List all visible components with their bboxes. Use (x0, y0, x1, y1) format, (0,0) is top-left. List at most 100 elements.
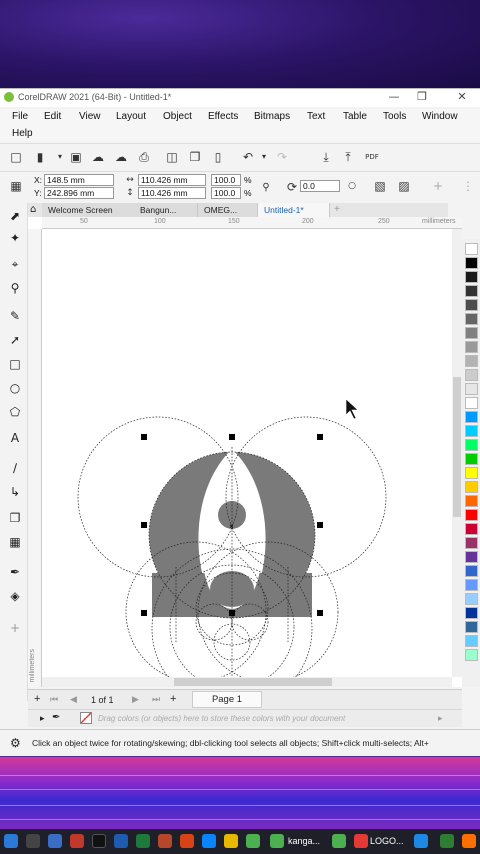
prev-page-icon[interactable]: ◀ (70, 694, 77, 705)
palette-swatch[interactable] (465, 327, 478, 339)
palette-swatch[interactable] (465, 635, 478, 647)
menu-window[interactable]: Window (422, 111, 458, 122)
close-button[interactable]: ✕ (452, 90, 472, 106)
edge-icon[interactable] (202, 834, 216, 848)
zoom-tool-icon[interactable]: ⚲ (6, 279, 24, 297)
export-icon[interactable]: ⤒ (340, 149, 356, 165)
undo-dropdown-icon[interactable]: ▾ (256, 149, 272, 165)
start-icon[interactable] (4, 834, 18, 848)
chrome-profile-icon[interactable] (270, 834, 284, 848)
add-preset-icon[interactable]: + (430, 178, 446, 194)
menu-table[interactable]: Table (343, 111, 367, 122)
horizontal-scroll-thumb[interactable] (174, 678, 332, 686)
tab-welcome-screen[interactable]: Welcome Screen (42, 203, 140, 217)
add-page-before-icon[interactable]: + (34, 693, 40, 705)
menu-object[interactable]: Object (163, 111, 192, 122)
lock-ratio-icon[interactable]: ⚲ (258, 180, 274, 196)
artwork-svg[interactable]: × (28, 217, 462, 687)
palette-swatch[interactable] (465, 593, 478, 605)
anchor-grid-icon[interactable]: ▦ (8, 178, 24, 194)
app-blue-icon[interactable] (414, 834, 428, 848)
palette-swatch[interactable] (465, 313, 478, 325)
palette-swatch[interactable] (465, 243, 478, 255)
save-icon[interactable]: ▣ (68, 149, 84, 165)
drawing-canvas[interactable]: × (28, 217, 462, 687)
undo-icon[interactable]: ↶ (240, 149, 256, 165)
palette-swatch[interactable] (465, 467, 478, 479)
cloud-download-icon[interactable]: ☁ (113, 149, 129, 165)
shape-tool-icon[interactable]: ✦ (6, 229, 24, 247)
palette-swatch[interactable] (465, 397, 478, 409)
settings-gear-icon[interactable]: ⚙ (10, 736, 21, 750)
excel-icon[interactable] (136, 834, 150, 848)
quick-customize-icon[interactable]: ⋮ (460, 178, 476, 194)
home-icon[interactable]: ⌂ (30, 204, 36, 215)
file-explorer-icon[interactable] (224, 834, 238, 848)
title-bar[interactable]: CorelDRAW 2021 (64-Bit) - Untitled-1* — … (0, 89, 480, 107)
steam-icon[interactable] (48, 834, 62, 848)
rotation-field[interactable]: 0.0 (300, 180, 340, 192)
tiktok-icon[interactable] (92, 834, 106, 848)
media-icon[interactable] (70, 834, 84, 848)
transparency-tool-icon[interactable]: ▦ (6, 533, 24, 551)
ruler-vertical[interactable]: millimeters (28, 229, 42, 687)
search-icon[interactable] (26, 834, 40, 848)
palette-swatch[interactable] (465, 341, 478, 353)
mirror-horizontal-icon[interactable]: ▧ (372, 178, 388, 194)
import-icon[interactable]: ⤓ (318, 149, 334, 165)
ruler-horizontal[interactable]: 50 100 150 200 250 millimeters (42, 217, 462, 229)
tab-omeg[interactable]: OMEG... (198, 203, 258, 217)
new-document-icon[interactable]: □ (8, 149, 24, 165)
powerpoint-icon[interactable] (158, 834, 172, 848)
menu-text[interactable]: Text (307, 111, 325, 122)
palette-swatch[interactable] (465, 481, 478, 493)
app-orange-icon[interactable] (462, 834, 476, 848)
dropdown-chevron-icon[interactable]: ▾ (52, 149, 68, 165)
vertical-scrollbar[interactable] (452, 229, 462, 677)
coreldraw-taskbar-icon[interactable] (354, 834, 368, 848)
eyedropper-tool-icon[interactable]: ✒ (6, 563, 24, 581)
menu-edit[interactable]: Edit (44, 111, 61, 122)
new-tab-icon[interactable]: + (334, 204, 340, 215)
add-page-after-icon[interactable]: + (170, 693, 176, 705)
polygon-tool-icon[interactable]: ⬠ (6, 403, 24, 421)
chrome-window-icon[interactable] (332, 834, 346, 848)
palette-swatch[interactable] (465, 285, 478, 297)
first-page-icon[interactable]: ⏮ (50, 694, 58, 705)
minimize-button[interactable]: — (384, 90, 404, 106)
scale-y-field[interactable]: 100.0 (211, 187, 241, 199)
width-field[interactable]: 110.426 mm (138, 174, 206, 186)
menu-bitmaps[interactable]: Bitmaps (254, 111, 290, 122)
palette-swatch[interactable] (465, 607, 478, 619)
tab-bangun[interactable]: Bangun... (134, 203, 198, 217)
pick-tool-icon[interactable]: ⬈ (6, 207, 24, 225)
connector-tool-icon[interactable]: ↳ (6, 483, 24, 501)
palette-swatch[interactable] (465, 509, 478, 521)
app-green-icon[interactable] (440, 834, 454, 848)
last-page-icon[interactable]: ⏭ (152, 694, 160, 705)
menu-effects[interactable]: Effects (208, 111, 238, 122)
horizontal-scrollbar[interactable] (42, 677, 452, 687)
palette-swatch[interactable] (465, 621, 478, 633)
scale-x-field[interactable]: 100.0 (211, 174, 241, 186)
interactive-fill-tool-icon[interactable]: ◈ (6, 587, 24, 605)
text-tool-icon[interactable]: A (6, 429, 24, 447)
redo-icon[interactable]: ↷ (274, 149, 290, 165)
rectangle-tool-icon[interactable]: □ (6, 355, 24, 373)
page-1-tab[interactable]: Page 1 (192, 691, 262, 708)
word-icon[interactable] (114, 834, 128, 848)
menu-view[interactable]: View (79, 111, 101, 122)
palette-scroll-icon[interactable]: ▸ (438, 713, 443, 724)
artistic-media-tool-icon[interactable]: ➚ (6, 331, 24, 349)
palette-swatch[interactable] (465, 579, 478, 591)
palette-swatch[interactable] (465, 565, 478, 577)
tab-untitled-1[interactable]: Untitled-1* (258, 203, 330, 217)
open-folder-icon[interactable]: ▮ (32, 149, 48, 165)
ellipse-tool-icon[interactable]: ○ (6, 379, 24, 397)
menu-help[interactable]: Help (12, 128, 33, 139)
palette-swatch[interactable] (465, 257, 478, 269)
palette-swatch[interactable] (465, 425, 478, 437)
mirror-vertical-icon[interactable]: ▨ (396, 178, 412, 194)
palette-swatch[interactable] (465, 411, 478, 423)
cloud-upload-icon[interactable]: ☁ (90, 149, 106, 165)
